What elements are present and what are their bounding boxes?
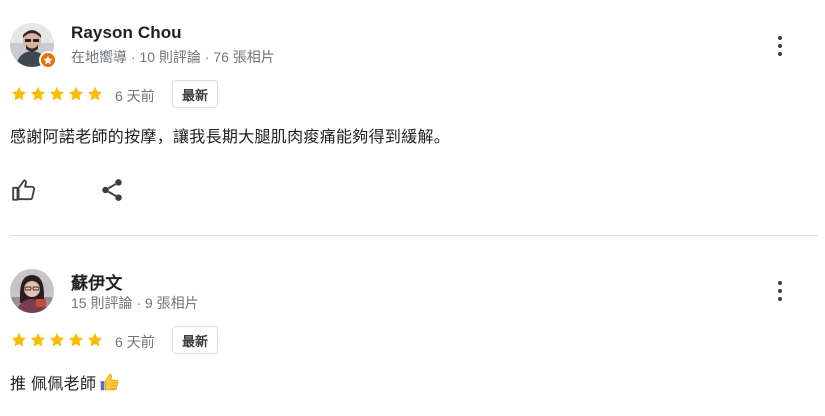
star-icon	[11, 332, 27, 347]
avatar[interactable]	[10, 23, 57, 69]
newest-badge: 最新	[172, 80, 219, 108]
share-icon	[102, 179, 122, 201]
star-icon	[49, 86, 65, 101]
like-button[interactable]	[10, 176, 38, 204]
share-button[interactable]	[98, 176, 126, 204]
review-text: 推 佩佩老師	[10, 376, 97, 393]
review-card: 蘇伊文 15 則評論 · 9 張相片 6 天前 最新 推 佩佩老師	[0, 237, 825, 416]
avatar[interactable]	[10, 269, 54, 313]
star-rating	[10, 85, 104, 103]
thumbs-up-icon	[12, 179, 36, 201]
review-text: 感謝阿諾老師的按摩，讓我長期大腿肌肉痠痛能夠得到緩解。	[10, 129, 451, 146]
more-vertical-icon	[778, 36, 782, 40]
star-icon	[11, 86, 27, 101]
local-guide-badge-icon	[39, 51, 57, 69]
star-icon	[68, 86, 84, 101]
star-rating	[10, 331, 104, 349]
reviewer-meta[interactable]: 在地嚮導 · 10 則評論 · 76 張相片	[71, 47, 275, 67]
newest-badge: 最新	[172, 326, 219, 354]
divider	[10, 235, 818, 236]
review-time: 6 天前	[115, 88, 155, 104]
reviewer-meta[interactable]: 15 則評論 · 9 張相片	[71, 293, 199, 313]
star-icon	[30, 86, 46, 101]
more-vertical-icon	[778, 281, 782, 285]
review-card: Rayson Chou 在地嚮導 · 10 則評論 · 76 張相片 6 天前 …	[0, 0, 825, 236]
star-icon	[30, 332, 46, 347]
reviewer-name[interactable]: 蘇伊文	[71, 269, 122, 294]
more-options-button[interactable]	[768, 277, 792, 305]
review-time: 6 天前	[115, 334, 155, 350]
review-text-row: 推 佩佩老師	[10, 370, 120, 394]
star-icon	[87, 332, 103, 347]
star-icon	[68, 332, 84, 347]
thumbs-up-emoji	[101, 373, 119, 391]
star-icon	[49, 332, 65, 347]
star-icon	[87, 86, 103, 101]
avatar-photo	[10, 269, 54, 313]
more-options-button[interactable]	[768, 32, 792, 60]
reviewer-name[interactable]: Rayson Chou	[71, 23, 182, 43]
